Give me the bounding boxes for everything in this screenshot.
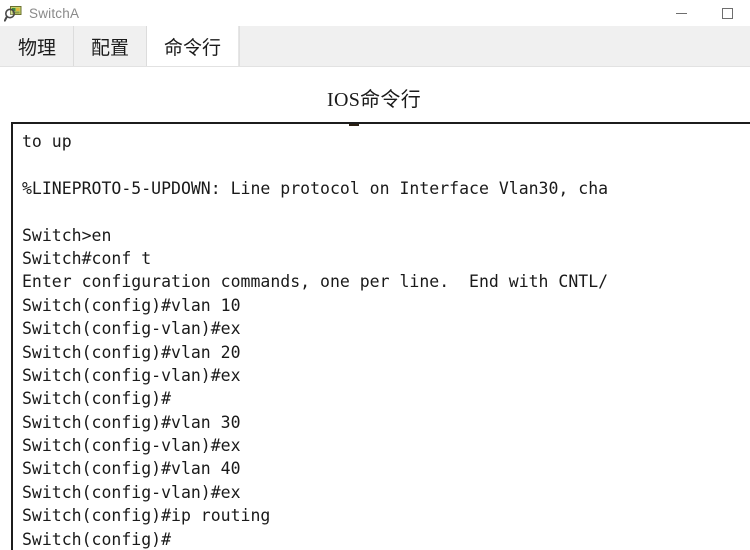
tab-config-label: 配置 [91, 36, 130, 59]
terminal-line: Switch(config)#ip routing [22, 506, 271, 526]
terminal-output[interactable]: to up %LINEPROTO-5-UPDOWN: Line protocol… [13, 124, 750, 550]
terminal-line: Switch(config)# [22, 529, 172, 549]
tab-cli-label: 命令行 [164, 36, 222, 59]
window-controls [658, 0, 750, 27]
terminal-line: Switch>en [22, 225, 112, 245]
terminal-line: Switch(config)#vlan 20 [22, 342, 241, 362]
terminal-line: Enter configuration commands, one per li… [22, 272, 609, 292]
title-bar: SwitchA [0, 0, 750, 27]
maximize-button[interactable] [704, 0, 750, 27]
terminal-frame[interactable]: to up %LINEPROTO-5-UPDOWN: Line protocol… [11, 122, 750, 550]
terminal-line: %LINEPROTO-5-UPDOWN: Line protocol on In… [22, 178, 609, 198]
terminal-line: Switch(config-vlan)#ex [22, 319, 241, 339]
minimize-button[interactable] [658, 0, 704, 27]
terminal-line: Switch(config-vlan)#ex [22, 365, 241, 385]
tab-cli[interactable]: 命令行 [147, 26, 240, 66]
terminal-line: Switch(config)#vlan 30 [22, 412, 241, 432]
terminal-line: Switch(config)# [22, 389, 172, 409]
tab-config[interactable]: 配置 [74, 26, 148, 66]
cli-panel: IOS命令行 to up %LINEPROTO-5-UPDOWN: Line p… [0, 67, 750, 550]
page-title: IOS命令行 [326, 89, 422, 111]
terminal-line: Switch(config-vlan)#ex [22, 436, 241, 456]
terminal-line: Switch(config-vlan)#ex [22, 482, 241, 502]
terminal-line: Switch#conf t [22, 248, 152, 268]
window-title: SwitchA [29, 6, 80, 21]
terminal-line: to up [22, 132, 72, 151]
tab-physical-label: 物理 [18, 36, 57, 59]
tab-bar: 物理 配置 命令行 [0, 26, 750, 67]
terminal-line: Switch(config)#vlan 40 [22, 459, 241, 479]
tab-physical[interactable]: 物理 [0, 26, 75, 66]
minimize-icon [675, 13, 687, 14]
tab-bar-filler [239, 26, 750, 66]
maximize-icon [721, 8, 733, 19]
packet-tracer-device-icon [4, 5, 22, 23]
terminal-top-notch [349, 124, 359, 126]
terminal-line: Switch(config)#vlan 10 [22, 295, 241, 315]
